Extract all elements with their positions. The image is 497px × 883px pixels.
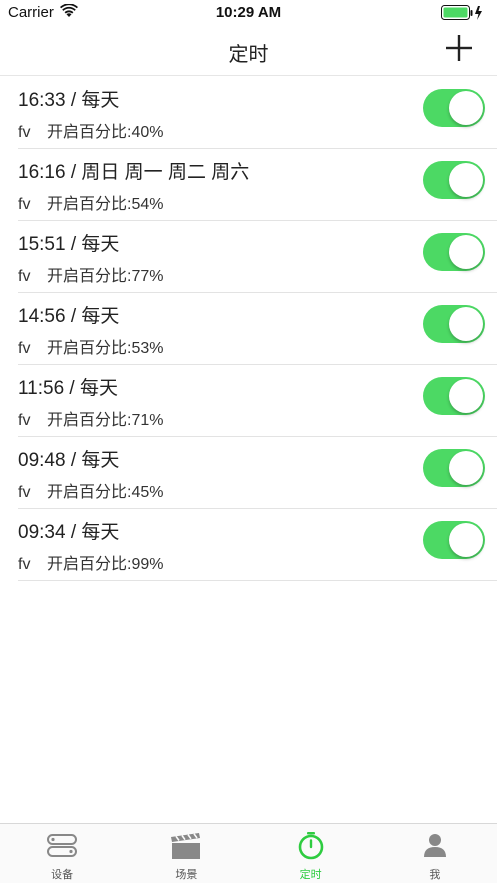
timer-device-name: fv — [18, 340, 31, 357]
toggle-knob — [449, 163, 483, 197]
stopwatch-icon — [298, 832, 323, 860]
person-icon — [423, 834, 446, 857]
navigation-bar: 定时 — [0, 26, 497, 76]
toggle-knob — [449, 91, 483, 125]
timer-title: 16:16 / 周日 周一 周二 周六 — [18, 162, 250, 183]
toggle-knob — [449, 307, 483, 341]
timer-toggle[interactable] — [423, 233, 485, 271]
timer-percentage: 开启百分比:40% — [47, 124, 164, 141]
timer-row[interactable]: 09:48 / 每天 fv 开启百分比:45% — [18, 437, 497, 509]
timer-detail-line: fv 开启百分比:40% — [18, 118, 163, 142]
timer-title: 11:56 / 每天 — [18, 378, 118, 399]
timer-list: 16:33 / 每天 fv 开启百分比:40% 16:16 / 周日 周一 周二 … — [0, 77, 497, 581]
timer-device-name: fv — [18, 484, 31, 501]
timer-toggle[interactable] — [423, 161, 485, 199]
timer-row[interactable]: 11:56 / 每天 fv 开启百分比:71% — [18, 365, 497, 437]
timer-percentage: 开启百分比:53% — [47, 340, 164, 357]
timer-title: 15:51 / 每天 — [18, 234, 120, 255]
timer-detail-line: fv 开启百分比:45% — [18, 478, 163, 502]
device-icon — [47, 834, 78, 857]
timer-title: 16:33 / 每天 — [18, 90, 120, 111]
add-icon[interactable] — [443, 32, 475, 64]
clock-time: 10:29 AM — [215, 4, 282, 21]
battery-icon — [441, 5, 482, 20]
timer-percentage: 开启百分比:99% — [47, 556, 164, 573]
toggle-knob — [449, 523, 483, 557]
clapperboard-icon — [171, 833, 201, 859]
timer-row[interactable]: 14:56 / 每天 fv 开启百分比:53% — [18, 293, 497, 365]
toggle-knob — [449, 451, 483, 485]
tab-scenes[interactable]: 场景 — [124, 824, 248, 883]
timer-toggle[interactable] — [423, 89, 485, 127]
timer-title: 14:56 / 每天 — [18, 306, 120, 327]
timer-device-name: fv — [18, 124, 31, 141]
timer-title: 09:34 / 每天 — [18, 522, 120, 543]
tab-devices[interactable]: 设备 — [0, 824, 124, 883]
toggle-knob — [449, 379, 483, 413]
timer-toggle[interactable] — [423, 305, 485, 343]
timer-detail-line: fv 开启百分比:99% — [18, 550, 163, 574]
tab-timer[interactable]: 定时 — [249, 824, 373, 883]
timer-device-name: fv — [18, 268, 31, 285]
toggle-knob — [449, 235, 483, 269]
timer-percentage: 开启百分比:77% — [47, 268, 164, 285]
timer-toggle[interactable] — [423, 521, 485, 559]
timer-device-name: fv — [18, 412, 31, 429]
timer-percentage: 开启百分比:45% — [47, 484, 164, 501]
timer-row[interactable]: 16:33 / 每天 fv 开启百分比:40% — [18, 77, 497, 149]
tab-label: 我 — [429, 869, 441, 881]
timer-detail-line: fv 开启百分比:54% — [18, 190, 163, 214]
timer-toggle[interactable] — [423, 449, 485, 487]
page-title: 定时 — [228, 44, 269, 66]
status-bar: Carrier 10:29 AM — [0, 0, 497, 26]
tab-bar: 设备 场景 定时 我 — [0, 823, 497, 883]
tab-me[interactable]: 我 — [373, 824, 497, 883]
timer-device-name: fv — [18, 196, 31, 213]
timer-row[interactable]: 09:34 / 每天 fv 开启百分比:99% — [18, 509, 497, 581]
timer-title: 09:48 / 每天 — [18, 450, 120, 471]
timer-percentage: 开启百分比:71% — [47, 412, 164, 429]
app-screen: Carrier 10:29 AM 定时 16:33 / 每天 fv 开启百分比:4… — [0, 0, 497, 883]
tab-label: 定时 — [299, 869, 322, 881]
timer-row[interactable]: 15:51 / 每天 fv 开启百分比:77% — [18, 221, 497, 293]
tab-label: 设备 — [51, 869, 74, 881]
timer-percentage: 开启百分比:54% — [47, 196, 164, 213]
timer-toggle[interactable] — [423, 377, 485, 415]
timer-row[interactable]: 16:16 / 周日 周一 周二 周六 fv 开启百分比:54% — [18, 149, 497, 221]
timer-device-name: fv — [18, 556, 31, 573]
tab-label: 场景 — [175, 869, 198, 881]
timer-detail-line: fv 开启百分比:71% — [18, 406, 163, 430]
timer-detail-line: fv 开启百分比:77% — [18, 262, 163, 286]
timer-detail-line: fv 开启百分比:53% — [18, 334, 163, 358]
